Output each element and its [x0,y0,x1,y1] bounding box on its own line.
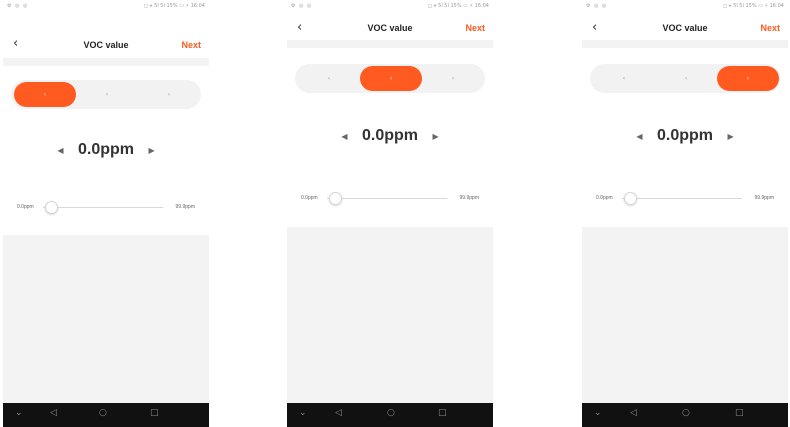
segment-left-button[interactable]: ‹ [593,66,655,91]
slider-max-label: 99.9ppm [459,195,479,201]
top-nav: ‹ VOC value Next [582,14,788,42]
status-right-icons: ◻ ⚹ 5l 5l 15% ▭ ⚡ 16:04 [722,3,784,9]
empty-content-area [3,235,209,403]
slider-handle[interactable] [624,192,637,205]
screenshot-canvas: ⚙ ◎ ◎ ◻ ⚹ 5l 5l 15% ▭ ⚡ 16:04 ‹ VOC valu… [0,0,790,427]
system-back-icon[interactable]: ◁ [630,408,637,418]
next-button[interactable]: Next [760,23,780,33]
page-title: VOC value [662,23,708,33]
system-nav-bar: ⌄ ◁ ○ □ [287,403,493,427]
phone-screen-3: ⚙ ◎ ◎ ◻ ⚹ 5l 5l 15% ▭ ⚡ 16:04 ‹ VOC valu… [582,0,788,427]
header-divider-band [3,58,209,66]
voc-value: 0.0ppm [656,127,713,144]
phone-screen-1: ⚙ ◎ ◎ ◻ ⚹ 5l 5l 15% ▭ ⚡ 16:04 ‹ VOC valu… [3,0,209,427]
system-home-icon[interactable]: ○ [682,408,690,418]
next-button[interactable]: Next [465,23,485,33]
system-nav-bar: ⌄ ◁ ○ □ [582,403,788,427]
segment-control: ‹ ‹ › [295,64,485,93]
voc-slider: 0.0ppm 99.9ppm [287,190,493,206]
slider-track[interactable] [43,207,163,208]
slider-min-label: 0.0ppm [301,195,318,201]
voc-value: 0.0ppm [77,141,134,158]
slider-track[interactable] [327,198,447,199]
segment-left-button[interactable]: ‹ [14,82,76,107]
voc-value: 0.0ppm [361,127,418,144]
decrease-arrow-icon[interactable]: ◀ [341,132,347,141]
slider-min-label: 0.0ppm [596,195,613,201]
top-nav: ‹ VOC value Next [287,14,493,42]
voc-slider: 0.0ppm 99.9ppm [582,190,788,206]
slider-min-label: 0.0ppm [17,204,34,210]
slider-max-label: 99.9ppm [754,195,774,201]
decrease-arrow-icon[interactable]: ◀ [636,132,642,141]
status-right-icons: ◻ ⚹ 5l 5l 15% ▭ ⚡ 16:04 [427,3,489,9]
system-home-icon[interactable]: ○ [387,408,395,418]
phone-screen-2: ⚙ ◎ ◎ ◻ ⚹ 5l 5l 15% ▭ ⚡ 16:04 ‹ VOC valu… [287,0,493,427]
slider-handle[interactable] [45,201,58,214]
status-left-icons: ⚙ ◎ ◎ [7,3,29,9]
next-button[interactable]: Next [181,40,201,50]
empty-content-area [582,227,788,403]
empty-content-area [287,227,493,403]
system-recent-icon[interactable]: □ [150,408,159,418]
header-divider-band [287,40,493,48]
decrease-arrow-icon[interactable]: ◀ [57,146,63,155]
segment-center-button[interactable]: ‹ [76,82,138,107]
value-display: ◀ 0.0ppm ▶ [3,141,209,163]
segment-right-button[interactable]: › [717,66,779,91]
status-bar: ⚙ ◎ ◎ ◻ ⚹ 5l 5l 15% ▭ ⚡ 16:04 [287,0,493,14]
system-recent-icon[interactable]: □ [735,408,744,418]
page-title: VOC value [367,23,413,33]
status-left-icons: ⚙ ◎ ◎ [586,3,608,9]
hide-keyboard-icon[interactable]: ⌄ [594,408,602,418]
slider-handle[interactable] [329,192,342,205]
header-divider-band [582,40,788,48]
top-nav: ‹ VOC value Next [3,32,209,60]
slider-track[interactable] [622,198,742,199]
status-right-icons: ◻ ⚹ 5l 5l 15% ▭ ⚡ 16:04 [143,3,205,9]
system-back-icon[interactable]: ◁ [335,408,342,418]
status-bar: ⚙ ◎ ◎ ◻ ⚹ 5l 5l 15% ▭ ⚡ 16:04 [3,0,209,14]
segment-right-button[interactable]: › [422,66,484,91]
hide-keyboard-icon[interactable]: ⌄ [15,408,23,418]
segment-center-button[interactable]: ‹ [360,66,422,91]
segment-left-button[interactable]: ‹ [298,66,360,91]
status-bar: ⚙ ◎ ◎ ◻ ⚹ 5l 5l 15% ▭ ⚡ 16:04 [582,0,788,14]
system-home-icon[interactable]: ○ [99,408,107,418]
hide-keyboard-icon[interactable]: ⌄ [299,408,307,418]
segment-right-button[interactable]: › [138,82,200,107]
increase-arrow-icon[interactable]: ▶ [432,132,438,141]
slider-max-label: 99.9ppm [175,204,195,210]
system-recent-icon[interactable]: □ [438,408,447,418]
segment-center-button[interactable]: ‹ [655,66,717,91]
value-display: ◀ 0.0ppm ▶ [287,127,493,149]
system-nav-bar: ⌄ ◁ ○ □ [3,403,209,427]
increase-arrow-icon[interactable]: ▶ [148,146,154,155]
status-left-icons: ⚙ ◎ ◎ [291,3,313,9]
increase-arrow-icon[interactable]: ▶ [727,132,733,141]
segment-control: ‹ ‹ › [11,80,201,109]
voc-slider: 0.0ppm 99.9ppm [3,199,209,215]
system-back-icon[interactable]: ◁ [50,408,57,418]
segment-control: ‹ ‹ › [590,64,780,93]
page-title: VOC value [83,40,129,50]
value-display: ◀ 0.0ppm ▶ [582,127,788,149]
